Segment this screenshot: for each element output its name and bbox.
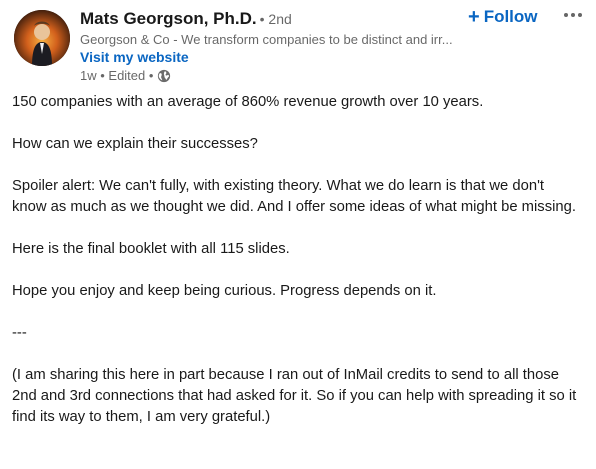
author-name-line: Mats Georgson, Ph.D. • 2nd	[80, 9, 292, 29]
ellipsis-icon	[564, 13, 568, 17]
connection-degree: • 2nd	[259, 11, 292, 27]
ellipsis-icon	[571, 13, 575, 17]
visit-website-link[interactable]: Visit my website	[80, 49, 189, 65]
post-paragraph: Spoiler alert: We can't fully, with exis…	[12, 178, 576, 215]
post-time-edited: 1w • Edited •	[80, 68, 154, 83]
post-paragraph: (I am sharing this here in part because …	[12, 367, 577, 425]
follow-button[interactable]: + Follow	[468, 6, 538, 28]
globe-icon	[157, 69, 171, 83]
follow-label: Follow	[483, 7, 538, 26]
more-options-button[interactable]	[560, 4, 586, 26]
post-header: Mats Georgson, Ph.D. • 2nd Georgson & Co …	[0, 0, 596, 90]
plus-icon: +	[468, 6, 480, 28]
post-body: 150 companies with an average of 860% re…	[12, 92, 582, 428]
post-paragraph: 150 companies with an average of 860% re…	[12, 94, 484, 110]
post-paragraph: How can we explain their successes?	[12, 136, 258, 152]
author-headline[interactable]: Georgson & Co - We transform companies t…	[80, 32, 465, 47]
post-paragraph: Here is the final booklet with all 115 s…	[12, 241, 290, 257]
ellipsis-icon	[578, 13, 582, 17]
post-divider-text: ---	[12, 325, 27, 341]
post-paragraph: Hope you enjoy and keep being curious. P…	[12, 283, 437, 299]
avatar-photo-icon	[14, 10, 70, 66]
author-avatar[interactable]	[14, 10, 70, 66]
author-name[interactable]: Mats Georgson, Ph.D.	[80, 9, 257, 28]
post-meta: 1w • Edited •	[80, 68, 171, 83]
